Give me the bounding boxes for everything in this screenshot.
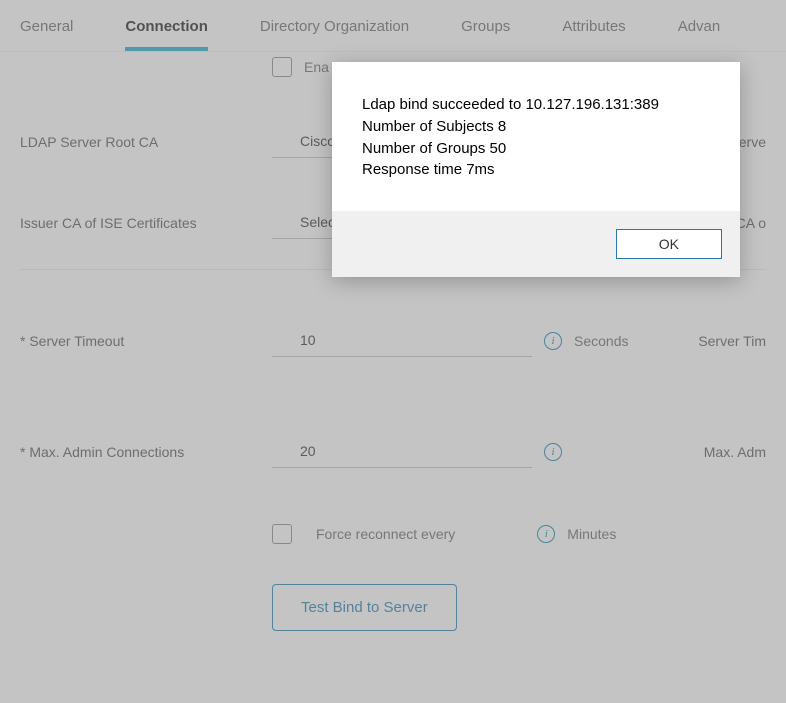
modal-footer: OK [332,211,740,277]
modal-line-response-time: Response time 7ms [362,159,710,181]
modal-body: Ldap bind succeeded to 10.127.196.131:38… [332,62,740,211]
modal-line-groups: Number of Groups 50 [362,138,710,160]
modal-line-bind-result: Ldap bind succeeded to 10.127.196.131:38… [362,94,710,116]
modal-line-subjects: Number of Subjects 8 [362,116,710,138]
result-modal: Ldap bind succeeded to 10.127.196.131:38… [332,62,740,277]
ok-button[interactable]: OK [616,229,722,259]
